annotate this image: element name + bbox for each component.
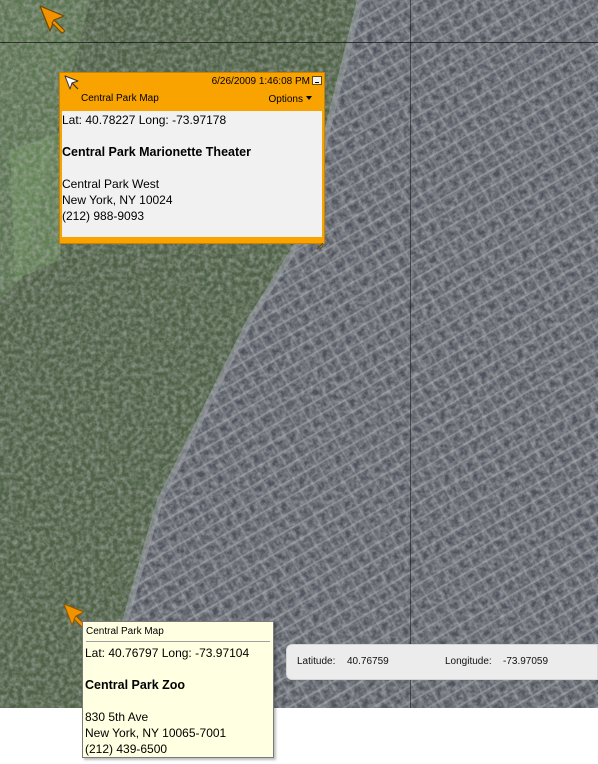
chevron-down-icon <box>306 96 312 100</box>
map-tile-seam <box>0 42 598 43</box>
city-state-zip: New York, NY 10024 <box>62 193 173 207</box>
info-window-datetime: 6/26/2009 1:46:08 PM <box>211 76 310 87</box>
phone-number: (212) 988-9093 <box>62 209 145 223</box>
map-tile-seam <box>410 0 411 708</box>
info-window-header[interactable]: 6/26/2009 1:46:08 PM Central Park Map Op… <box>60 73 324 111</box>
place-name: Central Park Marionette Theater <box>62 145 251 159</box>
options-label: Options <box>268 94 303 105</box>
minimize-button[interactable] <box>312 76 322 85</box>
options-menu-button[interactable]: Options <box>269 94 312 105</box>
phone-number: (212) 439-6500 <box>85 742 168 756</box>
pushpin-icon <box>64 75 80 91</box>
longitude-label: Longitude: <box>445 656 492 667</box>
tooltip-title: Central Park Map <box>86 626 164 637</box>
info-window-title: Central Park Map <box>81 93 159 104</box>
street-address: Central Park West <box>62 177 160 191</box>
location-pin-icon[interactable] <box>38 4 66 34</box>
latitude-label: Latitude: <box>297 656 336 667</box>
lat-long-text: Lat: 40.76797 Long: -73.97104 <box>85 646 250 660</box>
lat-long-text: Lat: 40.78227 Long: -73.97178 <box>62 113 227 127</box>
place-name: Central Park Zoo <box>85 678 186 692</box>
resize-grip-icon[interactable] <box>316 236 324 250</box>
city-state-zip: New York, NY 10065-7001 <box>85 726 227 740</box>
coordinate-readout: Latitude: 40.76759 Longitude: -73.97059 <box>286 644 598 680</box>
longitude-value: -73.97059 <box>503 656 549 667</box>
latitude-value: 40.76759 <box>347 656 389 667</box>
street-address: 830 5th Ave <box>85 710 149 724</box>
divider <box>86 641 270 642</box>
